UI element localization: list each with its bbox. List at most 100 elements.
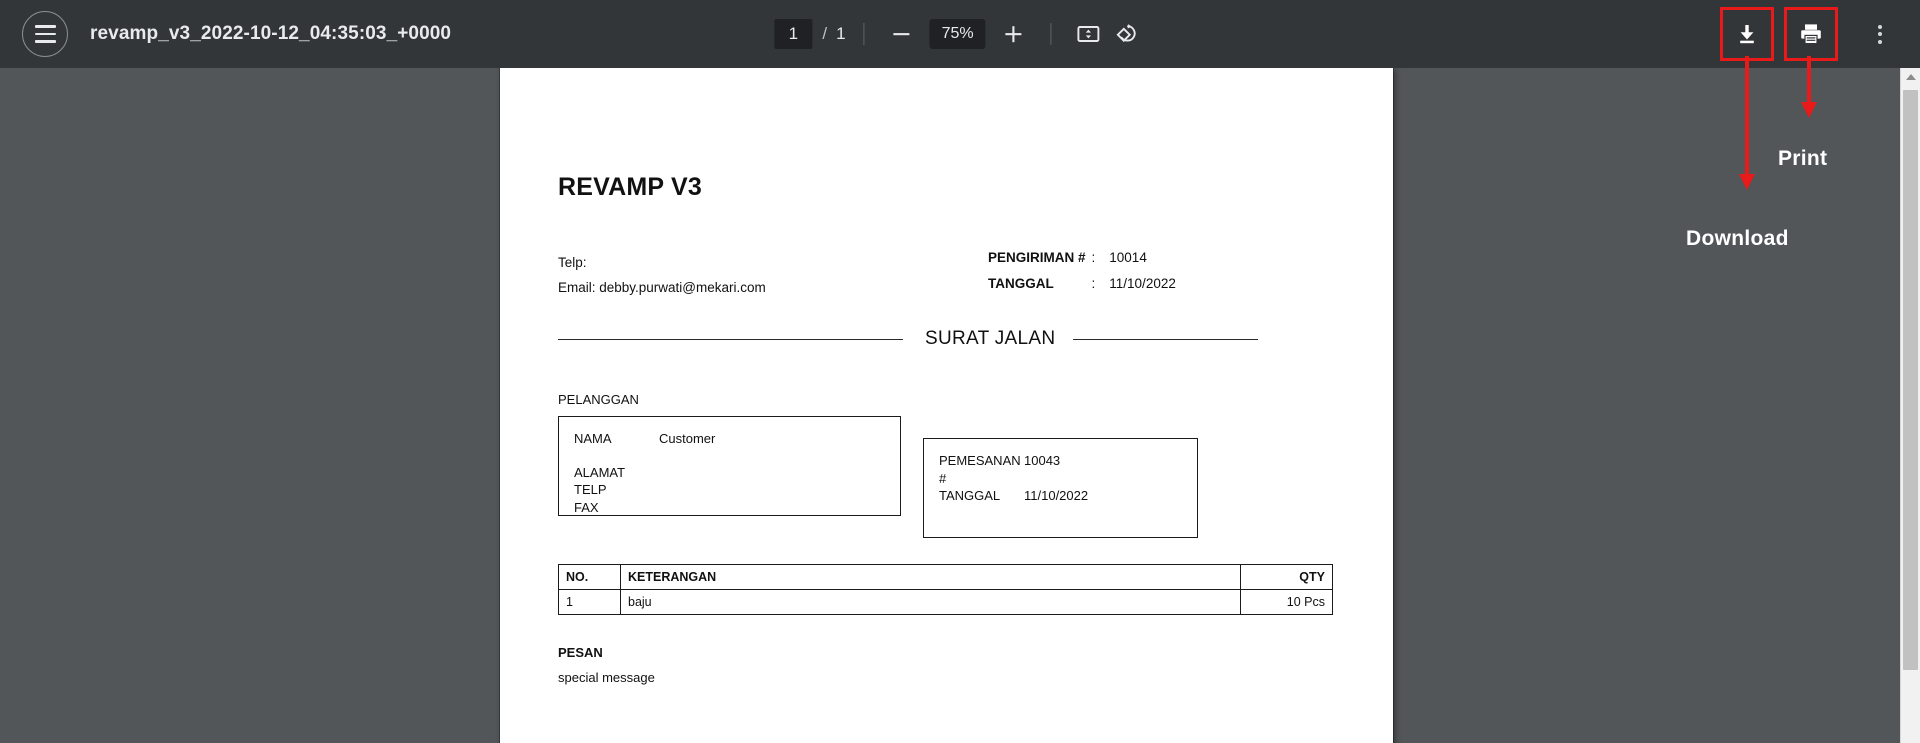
order-pemesanan-hash-row: # [939,470,1183,488]
customer-box-spacer [574,448,886,464]
item-keterangan: baju [621,590,1241,615]
tanggal-key: TANGGAL [988,276,1092,302]
items-col-keterangan: KETERANGAN [621,565,1241,590]
customer-telp-value [659,481,886,499]
rotate-clockwise-icon [1114,21,1140,47]
pesan-text: special message [558,670,1333,685]
page-number-input[interactable] [774,19,812,49]
customer-alamat-value [659,464,886,482]
toolbar-left-group: revamp_v3_2022-10-12_04:35:03_+0000 [0,11,451,57]
customer-alamat-key: ALAMAT [574,464,659,482]
plus-icon [1003,23,1025,45]
print-annotation-label: Print [1778,147,1827,171]
document-meta-row: Telp: Email: debby.purwati@mekari.com PE… [558,250,1333,302]
items-table: NO. KETERANGAN QTY 1 baju 10 Pcs [558,564,1333,615]
shipping-meta-block: PENGIRIMAN # : 10014 TANGGAL : 11/10/202… [988,250,1176,302]
tanggal-colon: : [1092,276,1110,302]
contact-block: Telp: Email: debby.purwati@mekari.com [558,250,988,302]
fit-to-page-button[interactable] [1070,15,1108,53]
pelanggan-label: PELANGGAN [558,392,1333,407]
download-annotation-label: Download [1686,227,1789,251]
title-rule-right [1073,339,1258,340]
minus-icon [891,23,913,45]
hamburger-menu-icon[interactable] [22,11,68,57]
pengiriman-value: 10014 [1109,250,1176,276]
customer-nama-value: Customer [659,430,886,448]
menu-bar-2 [35,33,56,36]
scrollbar-thumb[interactable] [1903,90,1918,670]
order-pemesanan-row: PEMESANAN 10043 [939,452,1183,470]
document-section-title: SURAT JALAN [903,328,1073,350]
print-icon [1798,21,1824,47]
fit-to-page-icon [1076,21,1102,47]
items-header-row: NO. KETERANGAN QTY [559,565,1333,590]
customer-box: NAMA Customer ALAMAT TELP [558,416,901,516]
company-heading: REVAMP V3 [558,173,1333,202]
order-tanggal-key: TANGGAL [939,487,1024,505]
item-qty: 10 Pcs [1241,590,1333,615]
page-navigation: / 1 [774,19,845,49]
toolbar-right-group [1720,0,1900,68]
page-separator: / [822,24,827,44]
order-tanggal-row: TANGGAL 11/10/2022 [939,487,1183,505]
item-no: 1 [559,590,621,615]
customer-alamat-row: ALAMAT [574,464,886,482]
download-icon [1734,21,1760,47]
items-col-qty: QTY [1241,565,1333,590]
pdf-toolbar: revamp_v3_2022-10-12_04:35:03_+0000 / 1 … [0,0,1920,68]
order-pemesanan-value: 10043 [1024,452,1183,470]
table-row: 1 baju 10 Pcs [559,590,1333,615]
surat-jalan-title-row: SURAT JALAN [558,328,1333,350]
order-pemesanan-hash: # [939,470,1024,488]
items-col-no: NO. [559,565,621,590]
toolbar-divider-2 [1051,23,1052,45]
kebab-dot-1 [1878,25,1882,29]
document-scroll-area[interactable]: REVAMP V3 Telp: Email: debby.purwati@mek… [0,68,1900,743]
order-pemesanan-hash-value [1024,470,1183,488]
toolbar-divider-1 [864,23,865,45]
kebab-menu-icon[interactable] [1860,14,1900,54]
customer-fax-value [659,499,886,517]
page-total: 1 [836,24,845,44]
pdf-viewer: revamp_v3_2022-10-12_04:35:03_+0000 / 1 … [0,0,1920,743]
customer-fax-row: FAX [574,499,886,517]
scroll-up-triangle [1906,74,1916,80]
kebab-dot-3 [1878,40,1882,44]
order-box: PEMESANAN 10043 # TANGGAL 11/10/2022 [923,438,1198,538]
pengiriman-colon: : [1092,250,1110,276]
tanggal-value: 11/10/2022 [1109,276,1176,302]
menu-bar-1 [35,25,56,28]
customer-fax-key: FAX [574,499,659,517]
customer-nama-key: NAMA [574,430,659,448]
zoom-in-button[interactable] [995,15,1033,53]
kebab-dot-2 [1878,32,1882,36]
pdf-page-1: REVAMP V3 Telp: Email: debby.purwati@mek… [500,68,1393,743]
contact-email: Email: debby.purwati@mekari.com [558,275,988,300]
scroll-up-arrow-icon[interactable] [1901,68,1920,86]
pengiriman-key: PENGIRIMAN # [988,250,1092,276]
items-table-body: 1 baju 10 Pcs [559,590,1333,615]
order-pemesanan-key: PEMESANAN [939,452,1024,470]
download-button[interactable] [1720,7,1774,61]
toolbar-center-group: / 1 75% [774,0,1145,68]
title-rule-left [558,339,903,340]
print-button[interactable] [1784,7,1838,61]
rotate-button[interactable] [1108,15,1146,53]
order-tanggal-value: 11/10/2022 [1024,487,1183,505]
info-boxes-row: NAMA Customer ALAMAT TELP [558,416,1333,538]
pesan-label: PESAN [558,645,1333,660]
shipping-meta-row: PENGIRIMAN # : 10014 [988,250,1176,276]
customer-nama-row: NAMA Customer [574,430,886,448]
items-table-head: NO. KETERANGAN QTY [559,565,1333,590]
menu-bar-3 [35,40,56,43]
page-content: REVAMP V3 Telp: Email: debby.purwati@mek… [500,68,1393,685]
zoom-out-button[interactable] [883,15,921,53]
contact-telp: Telp: [558,250,988,275]
shipping-meta-table: PENGIRIMAN # : 10014 TANGGAL : 11/10/202… [988,250,1176,302]
vertical-scrollbar[interactable] [1900,68,1920,743]
shipping-meta-row: TANGGAL : 11/10/2022 [988,276,1176,302]
customer-telp-row: TELP [574,481,886,499]
customer-telp-key: TELP [574,481,659,499]
zoom-level-value[interactable]: 75% [930,19,986,49]
document-title: revamp_v3_2022-10-12_04:35:03_+0000 [90,23,451,45]
